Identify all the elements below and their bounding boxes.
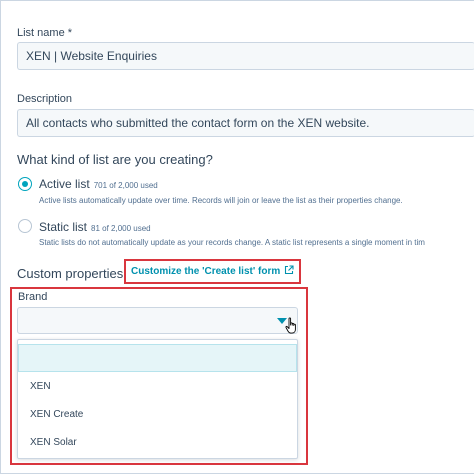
static-list-description: Static lists do not automatically update…: [39, 238, 425, 247]
active-list-title: Active list: [39, 177, 90, 191]
customize-form-link-text: Customize the 'Create list' form: [131, 266, 281, 277]
static-list-count: 81 of 2,000 used: [91, 224, 151, 233]
custom-properties-heading: Custom properties: [17, 266, 124, 281]
description-label: Description: [17, 93, 73, 105]
active-list-description: Active lists automatically update over t…: [39, 196, 403, 205]
brand-label: Brand: [18, 291, 48, 303]
brand-option-xen-create[interactable]: XEN Create: [18, 400, 297, 428]
active-list-radio[interactable]: [18, 177, 32, 191]
list-type-question: What kind of list are you creating?: [17, 152, 213, 167]
list-name-input[interactable]: XEN | Website Enquiries: [17, 42, 474, 70]
brand-option-empty[interactable]: [18, 344, 297, 372]
create-list-form: List name * XEN | Website Enquiries Desc…: [0, 0, 474, 474]
customize-form-link[interactable]: Customize the 'Create list' form: [131, 265, 294, 278]
active-list-count: 701 of 2,000 used: [93, 181, 158, 190]
static-list-title: Static list: [39, 220, 88, 234]
brand-option-xen[interactable]: XEN: [18, 372, 297, 400]
static-list-radio[interactable]: [18, 219, 32, 233]
brand-option-xen-solar[interactable]: XEN Solar: [18, 428, 297, 456]
static-list-option[interactable]: Static list 81 of 2,000 used: [39, 220, 151, 234]
brand-dropdown-menu: XEN XEN Create XEN Solar: [17, 339, 298, 459]
external-link-icon: [284, 265, 294, 278]
brand-select[interactable]: [17, 307, 298, 334]
active-list-option[interactable]: Active list 701 of 2,000 used: [39, 177, 158, 191]
description-input[interactable]: All contacts who submitted the contact f…: [17, 109, 474, 137]
list-name-label: List name *: [17, 27, 73, 39]
hand-pointer-cursor-icon: [285, 317, 299, 340]
